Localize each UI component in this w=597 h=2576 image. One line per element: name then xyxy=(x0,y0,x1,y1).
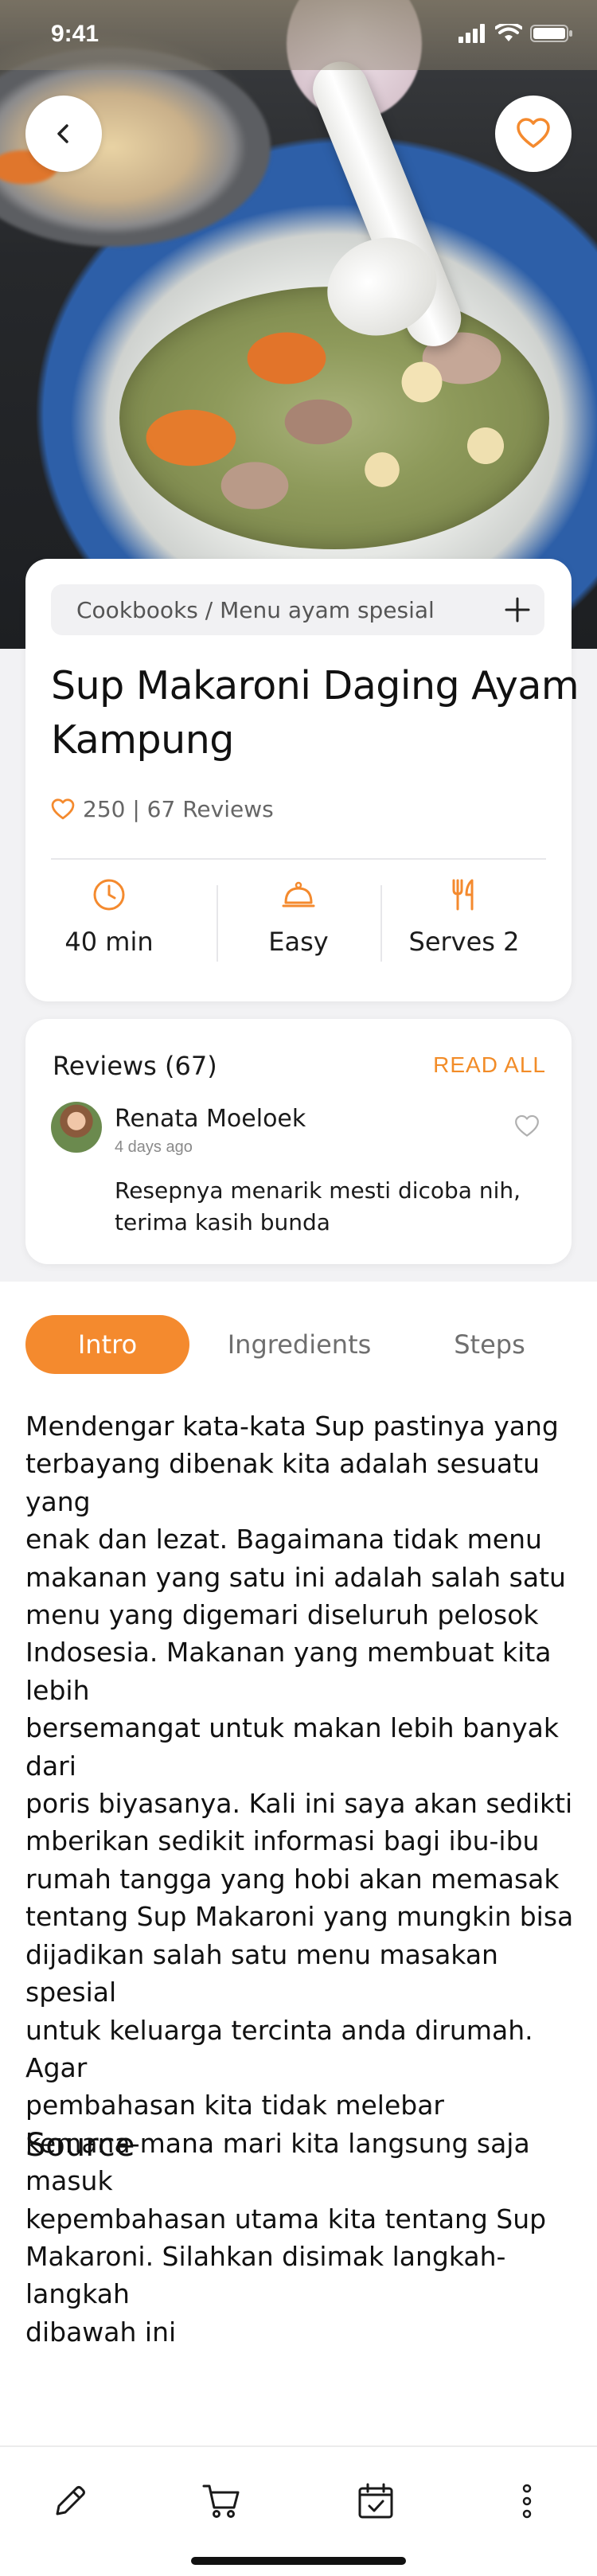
plus-icon[interactable] xyxy=(503,595,532,624)
reviews-card: Reviews (67) READ ALL Renata Moeloek 4 d… xyxy=(25,1019,572,1264)
recipe-meta: 250 | 67 Reviews xyxy=(51,796,274,822)
cloche-icon xyxy=(282,881,315,907)
heart-outline-icon xyxy=(517,118,550,148)
chevron-left-icon xyxy=(57,124,68,143)
read-all-link[interactable]: READ ALL xyxy=(433,1052,546,1078)
likes-reviews-count: 250 | 67 Reviews xyxy=(83,796,274,822)
breadcrumb[interactable]: Cookbooks / Menu ayam spesial xyxy=(51,584,544,635)
back-button[interactable] xyxy=(25,96,102,172)
bottom-toolbar xyxy=(0,2445,597,2576)
clock-icon xyxy=(93,879,125,911)
pencil-icon xyxy=(56,2486,85,2516)
review-text: Resepnya menarik mesti dicoba nih, terim… xyxy=(115,1177,521,1235)
breadcrumb-text: Cookbooks / Menu ayam spesial xyxy=(76,597,435,623)
status-time: 9:41 xyxy=(51,21,100,47)
soup-photo xyxy=(119,287,549,549)
more-vertical-icon xyxy=(522,2484,532,2519)
reviewer-name: Renata Moeloek xyxy=(115,1105,306,1133)
more-button[interactable] xyxy=(495,2469,559,2533)
stat-difficulty-label: Easy xyxy=(268,927,329,957)
battery-icon xyxy=(530,25,572,42)
status-bar: 9:41 xyxy=(0,0,597,70)
stat-servings-label: Serves 2 xyxy=(408,927,520,957)
tab-ingredients[interactable]: Ingredients xyxy=(212,1315,387,1374)
signal-icon xyxy=(458,24,485,43)
tab-steps[interactable]: Steps xyxy=(414,1315,565,1374)
calendar-check-icon xyxy=(358,2483,393,2519)
stat-time: 40 min xyxy=(25,877,193,957)
cart-button[interactable] xyxy=(189,2469,253,2533)
stat-time-label: 40 min xyxy=(64,927,154,957)
calendar-button[interactable] xyxy=(344,2469,408,2533)
reviews-title: Reviews (67) xyxy=(53,1051,217,1081)
intro-text: Mendengar kata-kata Sup pastinya yang te… xyxy=(25,1411,574,2348)
favorite-button[interactable] xyxy=(495,96,572,172)
wifi-icon xyxy=(495,24,522,41)
avatar xyxy=(51,1102,102,1153)
home-indicator xyxy=(191,2557,406,2565)
stat-servings: Serves 2 xyxy=(380,877,548,957)
stat-difficulty: Easy xyxy=(215,877,382,957)
recipe-info-card: Cookbooks / Menu ayam spesial Sup Makaro… xyxy=(25,559,579,1001)
review-date: 4 days ago xyxy=(115,1138,193,1156)
cart-icon xyxy=(202,2484,240,2518)
source-heading: Source xyxy=(25,2127,135,2164)
heart-small-icon xyxy=(51,798,75,819)
utensils-icon xyxy=(452,879,474,911)
edit-button[interactable] xyxy=(38,2469,102,2533)
divider xyxy=(51,858,546,860)
recipe-title: Sup Makaroni Daging Ayam Kampung xyxy=(51,663,579,763)
recipe-hero-image xyxy=(0,0,597,649)
status-icons xyxy=(458,24,573,43)
heart-outline-icon[interactable] xyxy=(514,1114,540,1138)
tab-intro[interactable]: Intro xyxy=(25,1315,189,1374)
